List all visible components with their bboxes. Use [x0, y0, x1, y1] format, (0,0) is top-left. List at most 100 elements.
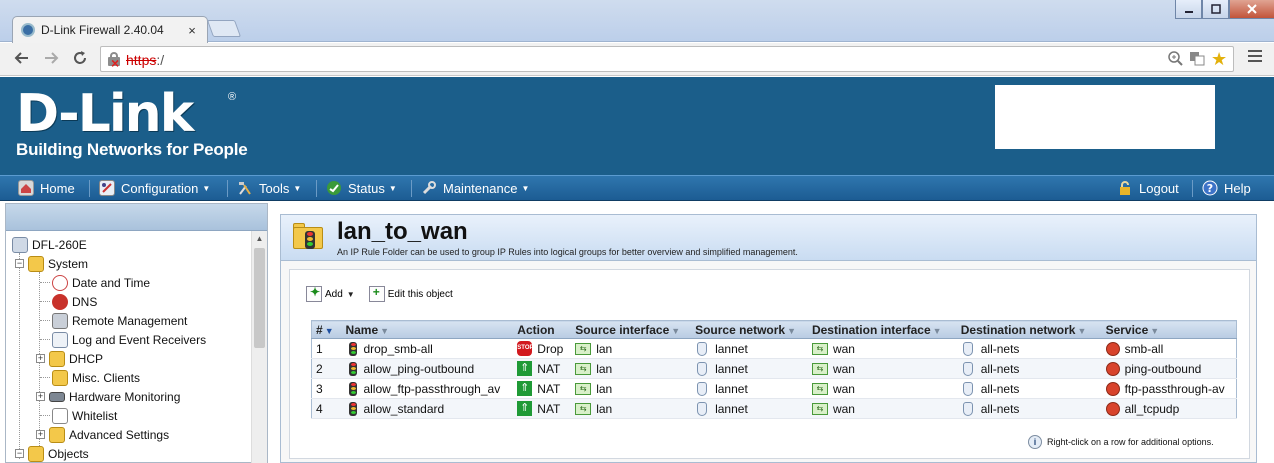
collapse-icon[interactable]: −	[15, 449, 24, 458]
logout-link[interactable]: Logout	[1117, 178, 1179, 198]
col-name[interactable]: Name ▼	[341, 320, 514, 339]
tree-label-advanced-settings: Advanced Settings	[69, 427, 170, 442]
rule-name: drop_smb-all	[363, 341, 433, 356]
col-action[interactable]: Action	[513, 320, 572, 339]
service-icon	[1105, 361, 1120, 376]
table-row[interactable]: 4 allow_standard ⇑ NAT ⇆ lan lannet ⇆ wan a…	[311, 398, 1237, 419]
rule-source-network: lannet	[715, 361, 748, 376]
edit-object-button[interactable]: + Edit this object	[368, 285, 453, 302]
traffic-light-icon	[349, 361, 358, 376]
menu-configuration[interactable]: Configuration ▼	[99, 178, 210, 198]
col-source-network[interactable]: Source network ▼	[691, 320, 808, 339]
col-source-interface[interactable]: Source interface ▼	[571, 320, 692, 339]
tree-item-device[interactable]: DFL-260E	[12, 235, 87, 254]
menu-tools-label: Tools	[259, 180, 290, 196]
insecure-lock-icon[interactable]: ×	[108, 52, 120, 71]
back-arrow-icon[interactable]	[11, 49, 33, 71]
table-row[interactable]: 2 allow_ping-outbound ⇑ NAT ⇆ lan lannet ⇆…	[311, 358, 1237, 379]
zoom-icon[interactable]	[1167, 50, 1183, 68]
rule-service: smb-all	[1124, 341, 1164, 356]
tree-label-remote-management: Remote Management	[72, 313, 188, 328]
add-button[interactable]: ✦ Add ▼	[306, 285, 355, 302]
rule-destination-network: all-nets	[980, 381, 1020, 396]
tree-item-dhcp[interactable]: + DHCP	[36, 349, 103, 368]
navigation-sidebar: DFL-260E − System Date and Time DNS Remo…	[5, 203, 268, 463]
tree-item-dns[interactable]: DNS	[40, 292, 97, 311]
tab-close-icon[interactable]: ×	[185, 23, 199, 38]
dlink-favicon-icon	[21, 23, 35, 37]
expand-icon[interactable]: +	[36, 430, 45, 439]
advanced-settings-icon	[49, 426, 65, 443]
rule-source-interface: lan	[596, 381, 613, 396]
ip-rules-table: # ▼ Name ▼ Action Source interface ▼ Source…	[311, 320, 1237, 419]
chevron-down-icon: ▼	[346, 289, 355, 299]
browser-tab[interactable]: D-Link Firewall 2.40.04 ×	[12, 16, 208, 43]
tree-item-system[interactable]: − System	[15, 254, 88, 273]
expand-icon[interactable]: +	[36, 354, 45, 363]
tree-item-objects[interactable]: − Objects	[15, 444, 89, 463]
scroll-thumb[interactable]	[254, 248, 265, 348]
col-service[interactable]: Service ▼	[1101, 320, 1237, 339]
maximize-icon[interactable]	[1202, 0, 1229, 19]
tree-item-advanced-settings[interactable]: + Advanced Settings	[36, 425, 169, 444]
minimize-icon[interactable]	[1175, 0, 1202, 19]
menu-tools[interactable]: Tools ▼	[237, 178, 301, 198]
sidebar-scrollbar[interactable]: ▲	[251, 231, 267, 463]
bookmark-star-icon[interactable]: ★	[1211, 50, 1227, 68]
main-panel-header: lan_to_wan An IP Rule Folder can be used…	[281, 215, 1256, 261]
forward-arrow-icon[interactable]	[40, 49, 62, 71]
menu-maintenance[interactable]: Maintenance ▼	[421, 178, 529, 198]
menu-home[interactable]: Home	[18, 178, 75, 198]
rule-destination-interface: wan	[832, 381, 855, 396]
rule-number: 3	[311, 378, 342, 399]
interface-icon: ⇆	[575, 382, 592, 395]
scroll-up-icon[interactable]: ▲	[252, 231, 267, 247]
sidebar-header	[6, 204, 267, 231]
close-window-icon[interactable]	[1229, 0, 1274, 19]
new-tab-button[interactable]	[206, 20, 242, 37]
logo-tagline: Building Networks for People	[16, 140, 248, 159]
translate-icon[interactable]	[1189, 50, 1205, 68]
tree-label-whitelist: Whitelist	[72, 408, 118, 423]
col-destination-interface[interactable]: Destination interface ▼	[807, 320, 957, 339]
expand-icon[interactable]: +	[36, 392, 45, 401]
col-destination-network[interactable]: Destination network ▼	[956, 320, 1102, 339]
menu-status[interactable]: Status ▼	[326, 178, 397, 198]
chevron-down-icon: ▼	[521, 183, 530, 193]
network-icon	[697, 381, 708, 396]
interface-icon: ⇆	[575, 402, 592, 415]
table-row[interactable]: 1 drop_smb-all STOP Drop ⇆ lan lannet ⇆ wan…	[311, 338, 1237, 359]
tree-label-dhcp: DHCP	[69, 351, 104, 366]
tree-item-date-time[interactable]: Date and Time	[40, 273, 150, 292]
collapse-icon[interactable]: −	[15, 259, 24, 268]
network-icon	[697, 401, 708, 416]
help-link[interactable]: ? Help	[1202, 178, 1251, 198]
folder-icon	[52, 369, 68, 386]
tree-item-hardware-monitoring[interactable]: + Hardware Monitoring	[36, 387, 180, 406]
rule-source-network: lannet	[715, 341, 748, 356]
objects-folder-icon	[28, 445, 44, 462]
help-label: Help	[1224, 180, 1251, 196]
chrome-menu-icon[interactable]	[1248, 50, 1262, 64]
tree-item-remote-management[interactable]: Remote Management	[40, 311, 187, 330]
reload-icon[interactable]	[69, 49, 91, 71]
interface-icon: ⇆	[811, 382, 828, 395]
interface-icon: ⇆	[811, 362, 828, 375]
interface-icon: ⇆	[575, 362, 592, 375]
tree-label-objects: Objects	[48, 446, 89, 461]
tools-icon	[237, 180, 253, 196]
table-row[interactable]: 3 allow_ftp-passthrough_av ⇑ NAT ⇆ lan lan…	[311, 378, 1237, 399]
address-bar[interactable]: × https:/ ★	[100, 46, 1234, 72]
clock-icon	[52, 274, 68, 291]
help-icon: ?	[1202, 180, 1218, 196]
tree-item-log-receivers[interactable]: Log and Event Receivers	[40, 330, 206, 349]
hint-text: Right-click on a row for additional opti…	[1047, 437, 1214, 447]
col-number[interactable]: # ▼	[311, 320, 342, 339]
padlock-icon	[1117, 180, 1133, 196]
chevron-down-icon: ▼	[202, 183, 211, 193]
url-scheme: https	[126, 52, 157, 68]
tree-item-misc-clients[interactable]: Misc. Clients	[40, 368, 140, 387]
tree-item-whitelist[interactable]: Whitelist	[40, 406, 117, 425]
interface-icon: ⇆	[811, 342, 828, 355]
network-icon	[962, 341, 973, 356]
